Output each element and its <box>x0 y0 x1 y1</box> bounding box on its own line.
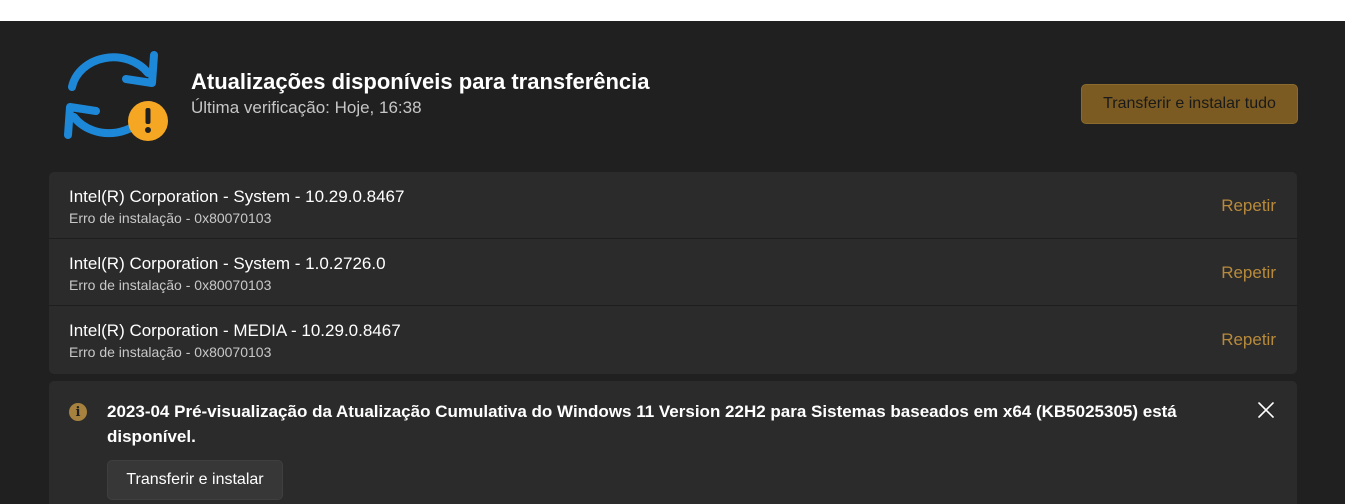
update-item: Intel(R) Corporation - System - 10.29.0.… <box>49 172 1297 239</box>
update-status: Erro de instalação - 0x80070103 <box>69 277 272 293</box>
retry-link[interactable]: Repetir <box>1221 196 1276 216</box>
download-install-all-button[interactable]: Transferir e instalar tudo <box>1081 84 1298 124</box>
update-list: Intel(R) Corporation - System - 10.29.0.… <box>49 172 1297 374</box>
update-item: Intel(R) Corporation - System - 1.0.2726… <box>49 239 1297 306</box>
update-item: Intel(R) Corporation - MEDIA - 10.29.0.8… <box>49 306 1297 374</box>
infobar-message: 2023-04 Pré-visualização da Atualização … <box>107 402 1177 446</box>
retry-link[interactable]: Repetir <box>1221 330 1276 350</box>
retry-link[interactable]: Repetir <box>1221 263 1276 283</box>
update-header: Atualizações disponíveis para transferên… <box>0 21 1345 161</box>
windows-update-panel: Atualizações disponíveis para transferên… <box>0 21 1345 504</box>
page-title: Atualizações disponíveis para transferên… <box>191 69 650 94</box>
update-status: Erro de instalação - 0x80070103 <box>69 210 272 226</box>
info-icon: i <box>69 403 87 421</box>
preview-update-infobar: i 2023-04 Pré-visualização da Atualizaçã… <box>49 381 1297 504</box>
download-install-button[interactable]: Transferir e instalar <box>107 460 283 500</box>
update-name: Intel(R) Corporation - System - 10.29.0.… <box>69 187 405 206</box>
update-status: Erro de instalação - 0x80070103 <box>69 344 272 360</box>
sync-warning-icon <box>60 47 170 142</box>
close-icon[interactable] <box>1256 400 1276 420</box>
update-name: Intel(R) Corporation - MEDIA - 10.29.0.8… <box>69 321 401 340</box>
last-checked-text: Última verificação: Hoje, 16:38 <box>191 98 422 117</box>
update-name: Intel(R) Corporation - System - 1.0.2726… <box>69 254 386 273</box>
